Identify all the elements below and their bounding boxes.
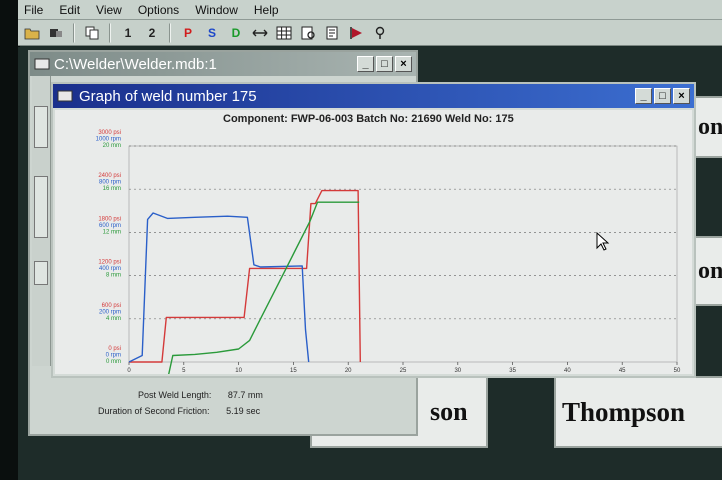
x-tick-label: 35 <box>509 368 516 374</box>
y-tick-label: 8 mm <box>106 273 121 279</box>
post-weld-length-value: 87.7 mm <box>227 390 263 400</box>
side-tab-strip <box>32 76 51 366</box>
y-tick-label: 1000 rpm <box>96 137 121 143</box>
series-line <box>168 201 360 374</box>
speed-button[interactable]: S <box>202 23 222 43</box>
menu-edit[interactable]: Edit <box>59 3 80 17</box>
y-tick-label: 200 rpm <box>99 309 121 315</box>
x-tick-label: 50 <box>674 368 681 374</box>
close-button[interactable]: × <box>395 56 412 72</box>
view-1-button[interactable]: 1 <box>118 23 138 43</box>
open-icon[interactable] <box>22 23 42 43</box>
y-tick-label: 0 rpm <box>106 353 121 359</box>
y-tick-label: 16 mm <box>103 186 121 192</box>
operator-tile[interactable]: Thompson <box>554 376 722 448</box>
grid-icon[interactable] <box>274 23 294 43</box>
plot-frame <box>128 145 678 363</box>
menu-options[interactable]: Options <box>138 3 179 17</box>
document-icon[interactable] <box>322 23 342 43</box>
arrows-icon[interactable] <box>250 23 270 43</box>
x-tick-label: 15 <box>290 368 297 374</box>
y-tick-label: 600 psi <box>102 303 121 309</box>
close-button[interactable]: × <box>673 88 690 104</box>
second-friction-duration-row: Duration of Second Friction: 5.19 sec <box>98 406 260 416</box>
monitor-bezel <box>0 0 20 480</box>
menu-window[interactable]: Window <box>195 3 238 17</box>
operator-name: on <box>698 257 722 284</box>
window-icon <box>57 90 73 102</box>
y-tick-label: 0 psi <box>108 346 121 352</box>
y-tick-label: 1800 psi <box>98 216 121 222</box>
y-tick-label: 1200 psi <box>98 260 121 266</box>
x-tick-label: 30 <box>454 368 461 374</box>
y-tick-label: 2400 psi <box>98 173 121 179</box>
database-window-title: C:\Welder\Welder.mdb:1 <box>54 55 217 73</box>
post-weld-length-row: Post Weld Length: 87.7 mm <box>138 390 263 400</box>
graph-window: Graph of weld number 175 _ □ × Component… <box>51 82 696 378</box>
maximize-button[interactable]: □ <box>654 88 671 104</box>
side-tab[interactable] <box>34 176 48 238</box>
toolbar-separator <box>169 22 171 43</box>
toolbar: 1 2 P S D <box>18 20 722 46</box>
displacement-button[interactable]: D <box>226 23 246 43</box>
x-tick-label: 45 <box>619 368 626 374</box>
y-tick-label: 3000 psi <box>98 130 121 136</box>
x-tick-label: 5 <box>182 368 186 374</box>
y-tick-label: 800 rpm <box>99 180 121 186</box>
maximize-button[interactable]: □ <box>376 56 393 72</box>
y-tick-label: 4 mm <box>106 316 121 322</box>
view-2-button[interactable]: 2 <box>142 23 162 43</box>
desktop-screen: File Edit View Options Window Help 1 2 P… <box>0 0 722 480</box>
graph-window-title: Graph of weld number 175 <box>79 87 257 105</box>
flip-icon[interactable] <box>46 23 66 43</box>
menu-bar: File Edit View Options Window Help <box>18 0 722 20</box>
x-tick-label: 10 <box>235 368 242 374</box>
mouse-cursor-icon <box>596 232 610 251</box>
copy-icon[interactable] <box>82 23 102 43</box>
second-friction-duration-label: Duration of Second Friction: <box>98 406 210 416</box>
post-weld-length-label: Post Weld Length: <box>138 390 212 400</box>
graph-window-titlebar[interactable]: Graph of weld number 175 _ □ × <box>53 84 694 108</box>
database-window-titlebar[interactable]: C:\Welder\Welder.mdb:1 _ □ × <box>30 52 416 76</box>
x-tick-label: 20 <box>345 368 352 374</box>
x-tick-label: 0 <box>127 368 131 374</box>
y-tick-label: 0 mm <box>106 359 121 365</box>
operator-name: Thompson <box>562 396 686 427</box>
y-tick-label: 20 mm <box>103 143 121 149</box>
minimize-button[interactable]: _ <box>635 88 652 104</box>
y-tick-label: 12 mm <box>103 229 121 235</box>
y-tick-label: 600 rpm <box>99 223 121 229</box>
side-tab[interactable] <box>34 261 48 285</box>
operator-name: son <box>430 397 468 426</box>
operator-name: on <box>698 113 722 140</box>
menu-file[interactable]: File <box>24 3 43 17</box>
series-line <box>128 212 310 363</box>
x-tick-label: 40 <box>564 368 571 374</box>
help-icon[interactable] <box>370 23 390 43</box>
second-friction-duration-value: 5.19 sec <box>226 406 261 416</box>
y-tick-label: 400 rpm <box>99 266 121 272</box>
side-tab[interactable] <box>34 106 48 148</box>
run-icon[interactable] <box>346 23 366 43</box>
x-tick-label: 25 <box>400 368 407 374</box>
menu-view[interactable]: View <box>96 3 122 17</box>
toolbar-separator <box>73 22 75 43</box>
window-icon <box>34 58 50 70</box>
toolbar-separator <box>109 22 111 43</box>
minimize-button[interactable]: _ <box>357 56 374 72</box>
pressure-button[interactable]: P <box>178 23 198 43</box>
menu-help[interactable]: Help <box>254 3 279 17</box>
print-preview-icon[interactable] <box>298 23 318 43</box>
